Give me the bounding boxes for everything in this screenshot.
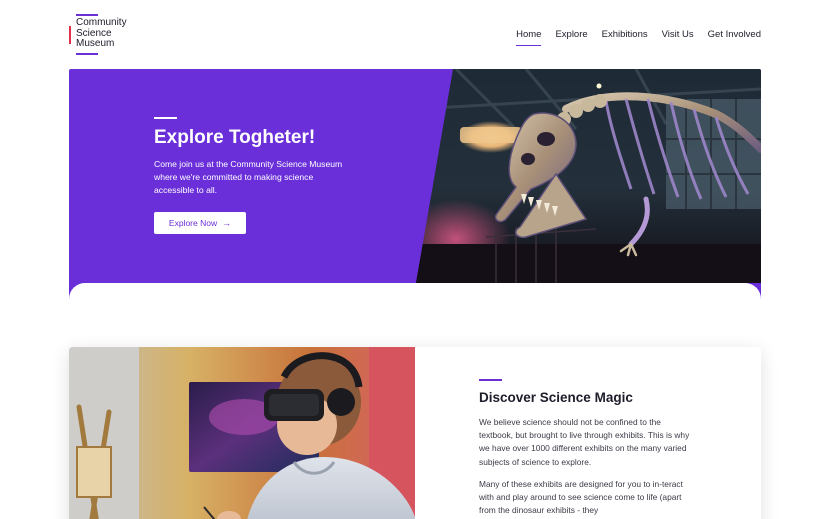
feature-paragraph-2: Many of these exhibits are designed for … [479,479,683,516]
main-nav: Home Explore Exhibitions Visit Us Get In… [516,29,761,46]
nav-item-explore[interactable]: Explore [555,29,587,46]
feature-paragraph-1: We believe science should not be confine… [479,417,690,467]
logo-accent-side [69,26,71,44]
hero-banner: Explore Togheter! Come join us at the Co… [69,69,761,299]
hero-description: Come join us at the Community Science Mu… [154,159,343,195]
logo-accent-bottom [76,53,98,55]
feature-title: Discover Science Magic [479,390,633,405]
feature-accent-line [479,379,502,381]
nav-item-get-involved[interactable]: Get Involved [708,29,761,46]
hero-title: Explore Togheter! [154,127,316,148]
nav-item-exhibitions[interactable]: Exhibitions [602,29,648,46]
nav-item-visit-us[interactable]: Visit Us [662,29,694,46]
logo-accent-top [76,14,98,16]
hero-accent-line [154,117,177,119]
nav-item-home[interactable]: Home [516,29,542,46]
hero-bottom-curve [69,283,761,299]
arrow-right-icon: → [222,218,232,228]
explore-now-label: Explore Now [168,218,218,228]
explore-now-button[interactable]: Explore Now → [154,212,246,234]
vr-visitor-image [69,347,415,519]
logo-line-1: Community [76,17,127,28]
hero-dinosaur-image [416,69,761,283]
discover-science-card: Discover Science Magic We believe scienc… [69,347,761,519]
logo-line-3: Museum [76,38,115,49]
logo-text: Community Science Museum [76,17,146,50]
site-logo[interactable]: Community Science Museum [69,12,149,58]
